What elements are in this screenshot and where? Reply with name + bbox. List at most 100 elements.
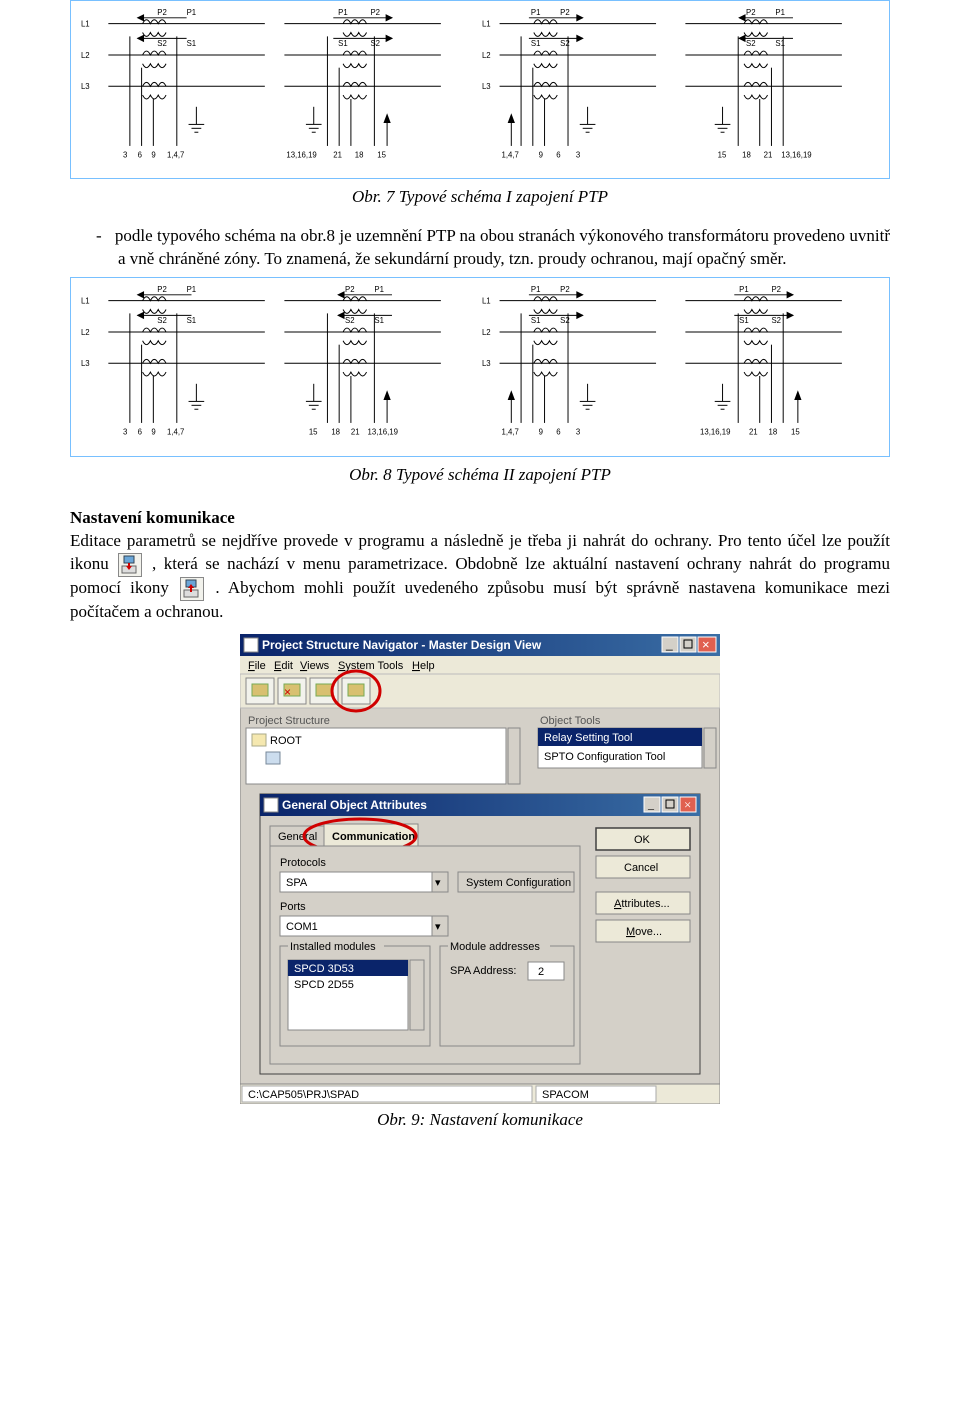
bullet-dash: - (96, 226, 102, 245)
svg-text:L2: L2 (81, 328, 90, 337)
menu-views[interactable]: Views (300, 660, 330, 672)
svg-text:3: 3 (576, 151, 580, 160)
svg-text:P2: P2 (771, 286, 781, 294)
tab-general[interactable]: General (278, 831, 317, 843)
svg-text:S1: S1 (338, 39, 348, 48)
svg-text:L3: L3 (482, 359, 491, 368)
svg-text:P2: P2 (370, 9, 380, 17)
tools-scrollbar[interactable] (704, 728, 716, 768)
svg-text:×: × (284, 685, 291, 699)
svg-text:P2: P2 (345, 286, 355, 294)
figure-8-caption: Obr. 8 Typové schéma II zapojení PTP (70, 465, 890, 485)
svg-text:13,16,19: 13,16,19 (781, 151, 811, 160)
svg-text:15: 15 (377, 151, 386, 160)
svg-text:S1: S1 (187, 39, 197, 48)
tree-scrollbar[interactable] (508, 728, 520, 784)
svg-text:9: 9 (539, 428, 543, 437)
svg-text:L1: L1 (482, 297, 491, 306)
svg-text:P1: P1 (187, 286, 197, 294)
svg-text:×: × (702, 637, 710, 652)
spa-address-input[interactable] (528, 962, 564, 980)
svg-text:S1: S1 (187, 316, 197, 325)
svg-text:Attributes...: Attributes... (614, 898, 670, 910)
svg-text:COM1: COM1 (286, 921, 318, 933)
dialog-window-controls[interactable]: _ × (644, 797, 696, 812)
figure-9-caption: Obr. 9: Nastavení komunikace (70, 1110, 890, 1130)
svg-text:L1: L1 (81, 297, 90, 306)
figure-8-diagram: L1 L2 L3 L1 L2 L3 P2 P1 S2 S1 3 6 9 1,4,7 (70, 277, 890, 456)
navigator-title: Project Structure Navigator - Master Des… (262, 638, 542, 652)
menu-system-tools[interactable]: System Tools (338, 660, 404, 672)
svg-text:L1: L1 (482, 20, 491, 29)
protocols-label: Protocols (280, 857, 326, 869)
project-structure-label: Project Structure (248, 715, 330, 727)
svg-text:P2: P2 (157, 286, 167, 294)
svg-text:9: 9 (539, 151, 543, 160)
svg-text:18: 18 (331, 428, 340, 437)
svg-text:13,16,19: 13,16,19 (700, 428, 730, 437)
svg-text:P1: P1 (374, 286, 384, 294)
svg-text:_: _ (647, 797, 655, 811)
object-tools-label: Object Tools (540, 715, 601, 727)
svg-text:6: 6 (138, 151, 142, 160)
svg-text:S2: S2 (370, 39, 380, 48)
svg-text:6: 6 (556, 151, 560, 160)
svg-text:6: 6 (138, 428, 142, 437)
svg-text:L3: L3 (81, 359, 90, 368)
dialog-title: General Object Attributes (282, 798, 427, 812)
menu-edit[interactable]: Edit (274, 660, 293, 672)
svg-text:SPCD 2D55: SPCD 2D55 (294, 979, 354, 991)
svg-text:S1: S1 (739, 316, 749, 325)
figure-9-screenshot: Project Structure Navigator - Master Des… (240, 634, 720, 1104)
menu-file[interactable]: File (248, 660, 266, 672)
section-heading: Nastavení komunikace (70, 508, 235, 527)
svg-text:3: 3 (576, 428, 580, 437)
svg-text:15: 15 (718, 151, 727, 160)
svg-text:1,4,7: 1,4,7 (502, 428, 519, 437)
svg-text:P2: P2 (157, 9, 167, 17)
svg-text:P2: P2 (560, 286, 570, 294)
svg-text:P1: P1 (187, 9, 197, 17)
download-to-relay-icon (118, 553, 142, 577)
figure-7-diagram: L1L2L3 L1L2L3 (70, 0, 890, 179)
svg-text:1,4,7: 1,4,7 (502, 151, 519, 160)
svg-text:L3: L3 (81, 82, 90, 91)
menu-help[interactable]: Help (412, 660, 435, 672)
svg-text:▾: ▾ (435, 877, 441, 889)
status-path: C:\CAP505\PRJ\SPAD (248, 1089, 359, 1101)
svg-text:3: 3 (123, 151, 127, 160)
bullet-body: podle typového schéma na obr.8 je uzemně… (115, 226, 890, 268)
svg-text:1,4,7: 1,4,7 (167, 151, 184, 160)
svg-text:System Configuration: System Configuration (466, 877, 571, 889)
svg-text:9: 9 (151, 151, 155, 160)
svg-text:L3: L3 (482, 82, 491, 91)
svg-text:P1: P1 (739, 286, 749, 294)
svg-text:S1: S1 (374, 316, 384, 325)
svg-text:S2: S2 (157, 39, 167, 48)
installed-modules-label: Installed modules (290, 941, 376, 953)
svg-text:L2: L2 (482, 328, 491, 337)
svg-text:2: 2 (538, 966, 544, 978)
svg-text:Move...: Move... (626, 926, 662, 938)
svg-text:13,16,19: 13,16,19 (286, 151, 316, 160)
ports-label: Ports (280, 901, 306, 913)
upload-from-relay-icon (180, 577, 204, 601)
svg-text:S2: S2 (157, 316, 167, 325)
svg-text:P2: P2 (746, 9, 756, 17)
tool-relay-setting[interactable]: Relay Setting Tool (544, 732, 632, 744)
tool-spto-config[interactable]: SPTO Configuration Tool (544, 751, 665, 763)
svg-text:S1: S1 (531, 39, 541, 48)
svg-text:21: 21 (333, 151, 342, 160)
tab-communication[interactable]: Communication (332, 831, 415, 843)
svg-text:OK: OK (634, 834, 651, 846)
svg-text:15: 15 (309, 428, 318, 437)
svg-text:S2: S2 (345, 316, 355, 325)
window-controls[interactable]: _ × (662, 637, 716, 652)
figure-7-caption: Obr. 7 Typové schéma I zapojení PTP (70, 187, 890, 207)
svg-text:3: 3 (123, 428, 127, 437)
svg-text:P2: P2 (560, 9, 570, 17)
svg-text:13,16,19: 13,16,19 (368, 428, 398, 437)
svg-text:SPA: SPA (286, 877, 308, 889)
status-module: SPACOM (542, 1089, 589, 1101)
svg-text:P1: P1 (531, 9, 541, 17)
